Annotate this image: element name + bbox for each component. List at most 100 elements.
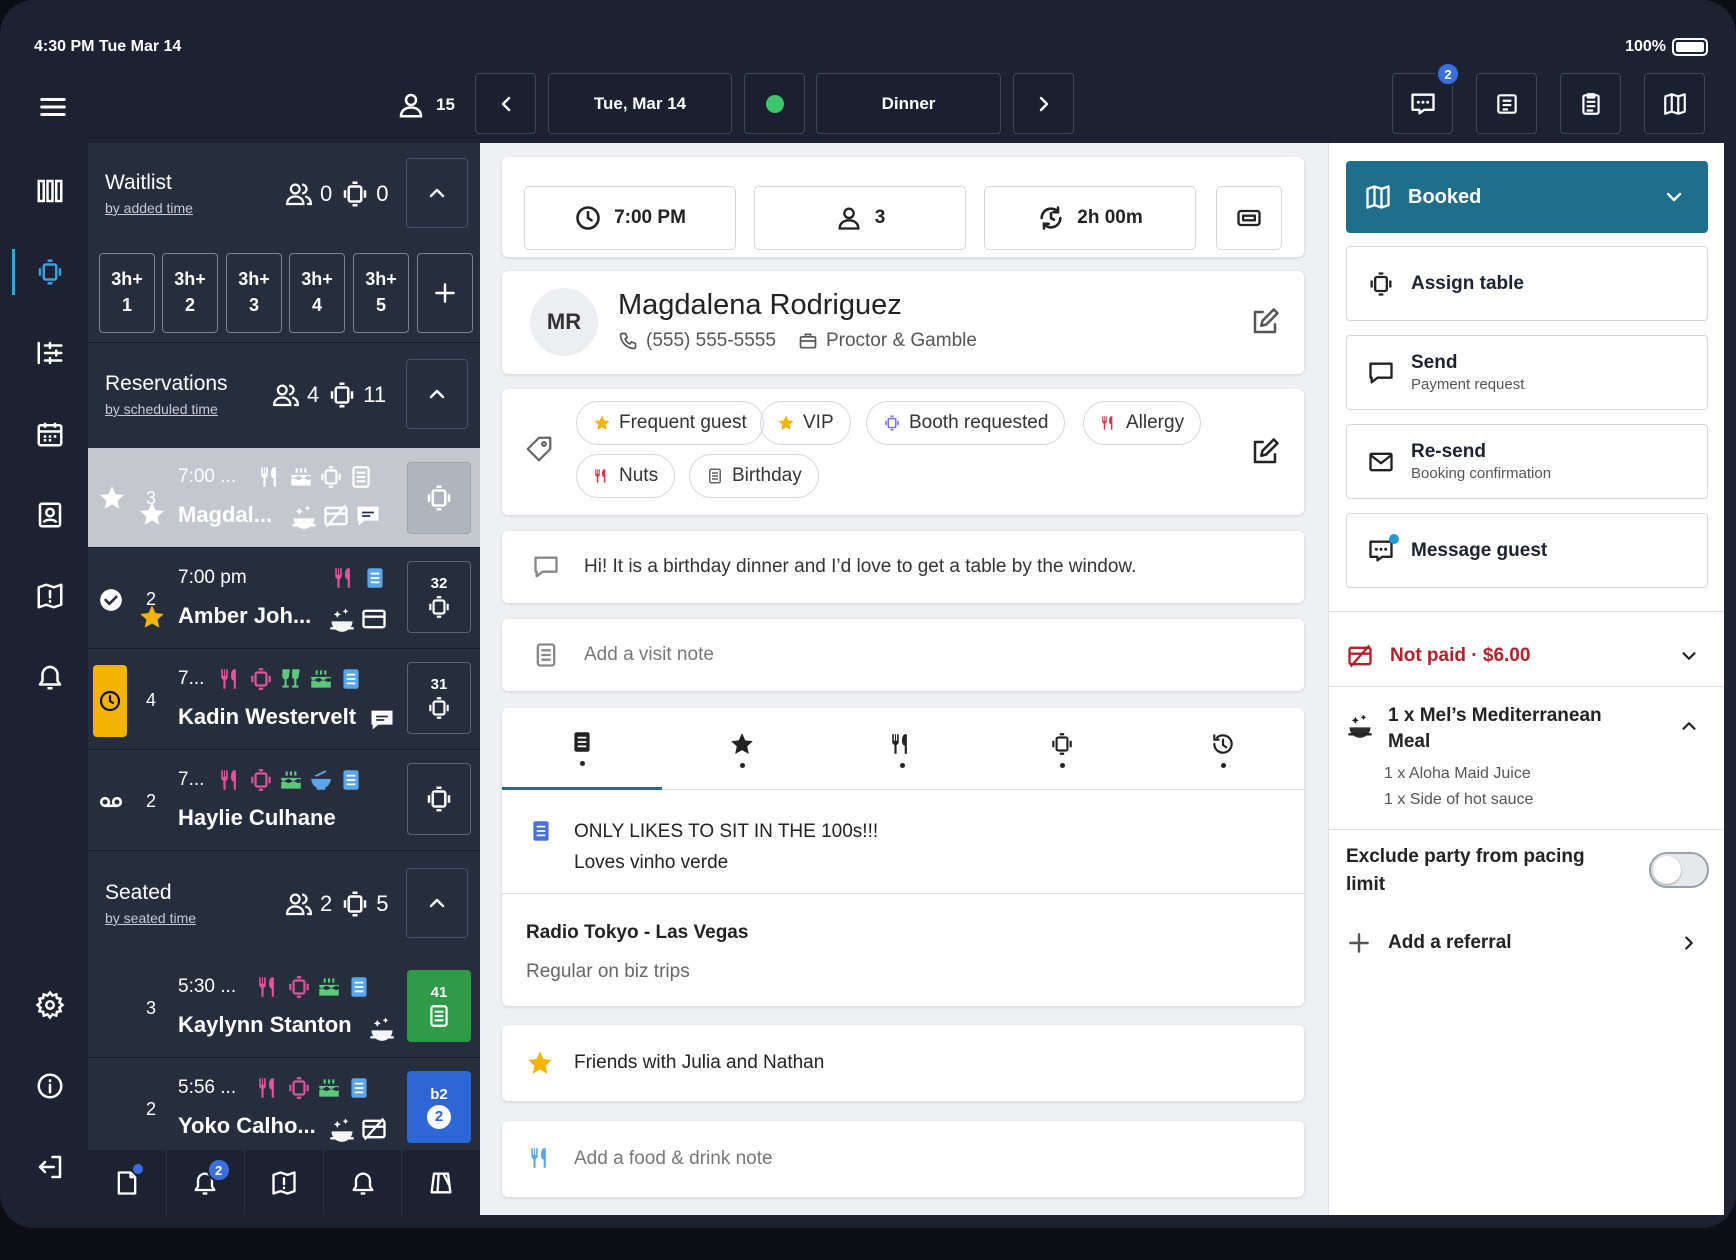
visit-note-input[interactable]: Add a visit note [584,644,714,666]
cake-icon [278,767,304,793]
meal-icon [328,1115,356,1143]
tab-favorites[interactable] [662,708,822,790]
assign-table-button[interactable] [407,462,471,534]
nav-service[interactable] [12,652,88,702]
live-status-button[interactable] [744,73,805,134]
shift-selector-button[interactable]: Dinner [816,73,1001,134]
reservations-section-header: Reservations by scheduled time 4 11 [88,344,480,444]
previous-day-button[interactable] [475,73,536,134]
clipboard-button[interactable] [1560,73,1621,134]
bottom-nav-alerts[interactable]: 2 [167,1150,246,1215]
tab-table-preference[interactable] [982,708,1142,790]
tab-history[interactable] [1142,708,1304,790]
guest-phone[interactable]: (555) 555-5555 [646,330,776,352]
food-note-input[interactable]: Add a food & drink note [574,1148,773,1170]
nav-settings-sliders[interactable] [12,328,88,378]
food-note-card[interactable]: Add a food & drink note [502,1121,1304,1197]
battery-percent: 100% [1625,38,1666,55]
date-selector-button[interactable]: Tue, Mar 14 [548,73,732,134]
add-referral-row[interactable]: Add a referral [1346,923,1708,963]
tab-notes[interactable] [502,708,662,790]
print-button[interactable] [1216,186,1282,250]
quote-chip-4[interactable]: 3h+ 4 [289,253,345,333]
logout-icon [35,1152,65,1182]
notes-button[interactable] [1476,73,1537,134]
chevron-up-icon[interactable] [1678,715,1700,737]
table-assignment[interactable]: 41 [407,970,471,1042]
status-dropdown[interactable]: Booked [1346,161,1708,233]
reservations-collapse-button[interactable] [406,359,468,429]
table-assignment[interactable]: 31 [407,662,471,734]
nav-calendar[interactable] [12,409,88,459]
seated-sort-link[interactable]: by seated time [105,910,196,926]
edit-guest-icon[interactable] [1250,307,1280,337]
waitlist-collapse-button[interactable] [406,158,468,228]
next-day-button[interactable] [1013,73,1074,134]
table-assignment[interactable]: b2 2 [407,1071,471,1143]
tag-frequent-guest[interactable]: Frequent guest [576,401,764,445]
tag-allergy[interactable]: Allergy [1083,401,1202,445]
bottom-nav-pos[interactable] [402,1150,480,1215]
tag-nuts[interactable]: Nuts [576,454,676,498]
tag-booth-requested[interactable]: Booth requested [866,401,1066,445]
reservation-row-kadin[interactable]: 4 7... Kadin Westervelt 31 [88,650,480,750]
bottom-nav-book[interactable] [245,1150,324,1215]
pacing-toggle[interactable] [1649,852,1709,888]
duration-button[interactable]: 2h 00m [984,186,1196,250]
guest-card: MR Magdalena Rodriguez (555) 555-5555 Pr… [502,271,1304,374]
waitlist-sort-link[interactable]: by added time [105,200,193,216]
tag-vip[interactable]: VIP [760,401,851,445]
nav-floorplan[interactable] [12,166,88,216]
table-assignment[interactable]: 32 [407,561,471,633]
quote-chip-5[interactable]: 3h+ 5 [353,253,409,333]
quote-chip-1[interactable]: 3h+ 1 [99,253,155,333]
messages-button[interactable]: 2 [1392,62,1460,134]
visit-note-card[interactable]: Add a visit note [502,619,1304,691]
hamburger-menu-icon[interactable] [38,92,68,122]
seated-collapse-button[interactable] [406,868,468,938]
reservation-row-amber[interactable]: 2 7:00 pm Amber Joh... 32 [88,549,480,649]
reservation-row-haylie[interactable]: 2 7... Haylie Culhane [88,751,480,851]
edit-tags-icon[interactable] [1250,437,1280,467]
party-size-button[interactable]: 3 [754,186,966,250]
nav-info[interactable] [12,1061,88,1111]
resend-confirmation-action[interactable]: Re-send Booking confirmation [1346,424,1708,499]
send-payment-request-action[interactable]: Send Payment request [1346,335,1708,410]
guest-name[interactable]: Magdalena Rodriguez [618,289,902,322]
nav-tables[interactable] [12,247,88,297]
message-guest-action[interactable]: Message guest [1346,513,1708,588]
user-icon [835,204,863,232]
reservations-title: Reservations [105,372,228,395]
pacing-label: Exclude party from pacing limit [1346,846,1585,895]
reservation-time: 7:00 pm [178,567,247,588]
reservation-time: 7... [178,668,205,689]
assign-table-action[interactable]: Assign table [1346,246,1708,321]
assign-table-button[interactable] [407,763,471,835]
table-icon [340,889,370,919]
time-button[interactable]: 7:00 PM [524,186,736,250]
nav-alerts-book[interactable] [12,571,88,621]
unread-dot [133,1164,143,1174]
reservation-row-magdalena[interactable]: 3 7:00 ... Magdal... [88,448,480,548]
book-button[interactable] [1644,73,1705,134]
meal-icon [368,1014,396,1042]
bottom-nav-new[interactable] [88,1150,167,1215]
actions-panel: Booked Assign table Send Payment request … [1328,143,1724,1215]
payment-status-row[interactable]: Not paid · $6.00 [1346,633,1708,679]
seated-row-yoko[interactable]: 2 5:56 ... Yoko Calho... b2 2 [88,1059,480,1159]
nav-guests[interactable] [12,490,88,540]
add-waitlist-button[interactable] [417,253,473,333]
nav-settings[interactable] [12,980,88,1030]
reservations-sort-link[interactable]: by scheduled time [105,401,218,417]
nav-logout[interactable] [12,1142,88,1192]
briefcase-icon [798,331,818,351]
seated-row-kaylynn[interactable]: 3 5:30 ... Kaylynn Stanton 41 [88,958,480,1058]
order-addon-2: 1 x Side of hot sauce [1384,791,1534,808]
quote-chip-2[interactable]: 3h+ 2 [162,253,218,333]
bottom-nav-service[interactable] [324,1150,403,1215]
quote-chip-3[interactable]: 3h+ 3 [226,253,282,333]
tag-birthday[interactable]: Birthday [689,454,819,498]
star-icon [138,603,166,631]
alert-book-icon [270,1169,298,1197]
tab-food-drink[interactable] [822,708,982,790]
